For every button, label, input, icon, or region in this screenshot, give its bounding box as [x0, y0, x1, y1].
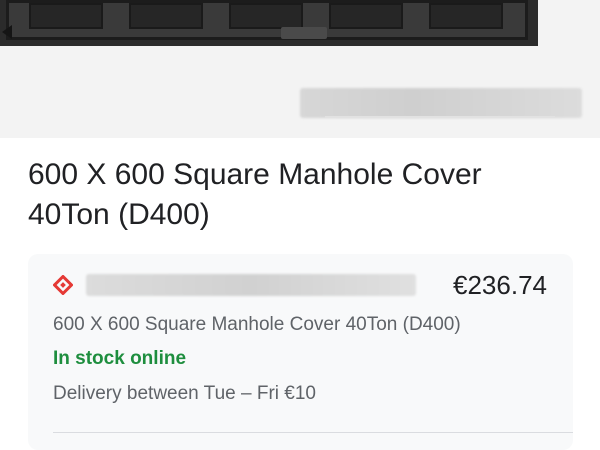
cover-slot — [129, 3, 203, 29]
offer-price: €236.74 — [453, 270, 547, 300]
url-underline — [325, 116, 555, 118]
cover-slot — [29, 3, 103, 29]
cover-arrow-icon — [2, 25, 12, 39]
offer-card[interactable]: €236.74 600 X 600 Square Manhole Cover 4… — [28, 254, 573, 450]
product-title-line1: 600 X 600 Square Manhole Cover — [28, 158, 482, 191]
cover-frame — [6, 0, 528, 40]
cover-slot — [229, 3, 303, 29]
cover-stamp — [281, 27, 327, 39]
stock-status: In stock online — [53, 348, 187, 369]
product-title-line2: 40Ton (D400) — [28, 198, 210, 231]
delivery-info: Delivery between Tue – Fri €10 — [53, 383, 316, 404]
redacted-seller-name[interactable] — [86, 274, 416, 296]
product-image-area[interactable] — [0, 0, 600, 138]
manhole-cover-photo[interactable] — [0, 0, 538, 46]
seller-diamond-logo-icon — [53, 275, 73, 295]
cover-slot — [329, 3, 403, 29]
product-title: 600 X 600 Square Manhole Cover 40Ton (D4… — [28, 155, 568, 235]
cover-slot — [429, 3, 503, 29]
card-divider — [53, 432, 573, 433]
redacted-source-url — [300, 88, 582, 118]
offer-description[interactable]: 600 X 600 Square Manhole Cover 40Ton (D4… — [53, 314, 461, 336]
